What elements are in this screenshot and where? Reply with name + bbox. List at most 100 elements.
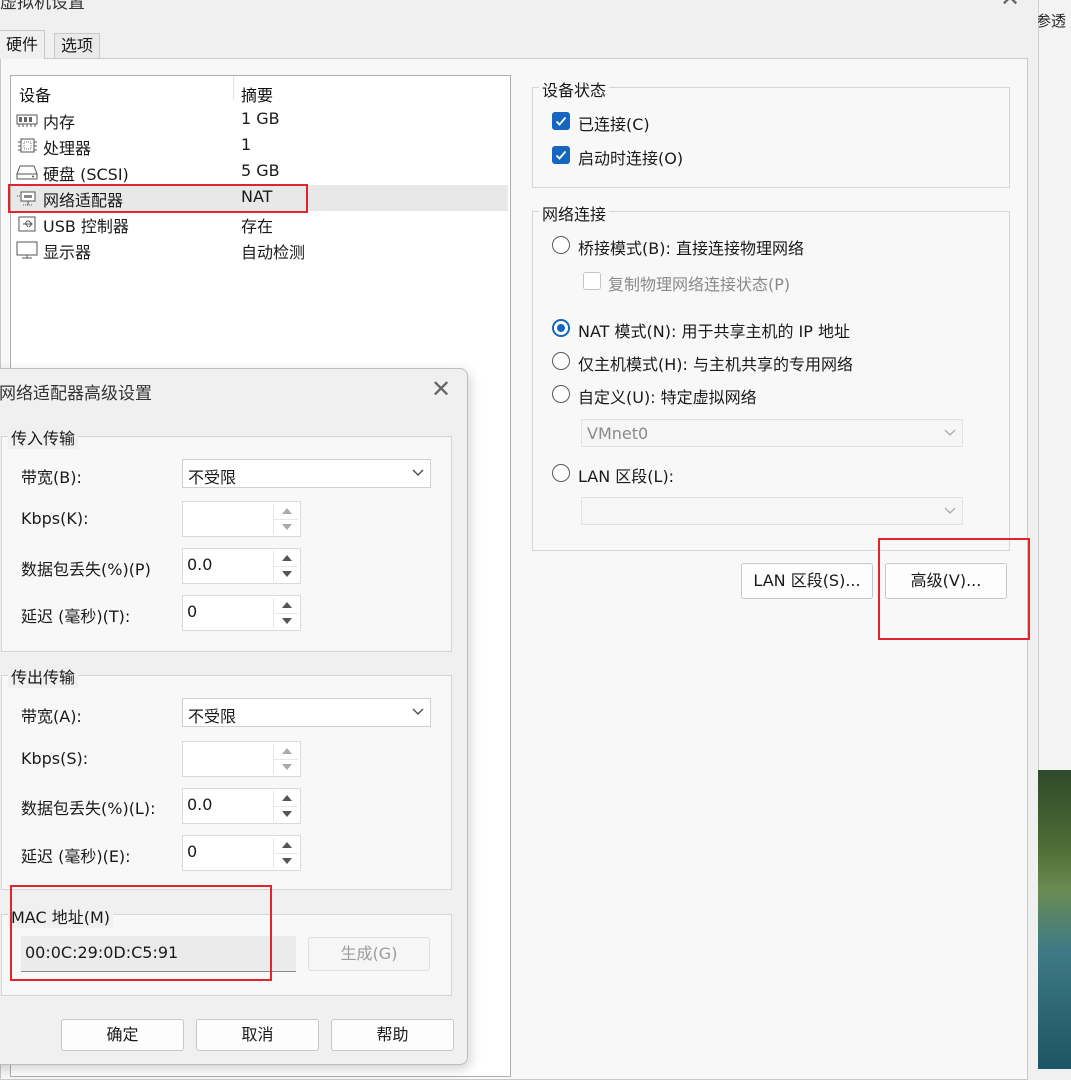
replicate-state-label[interactable]: 复制物理网络连接状态(P)	[608, 271, 790, 295]
background-window-text: 参透	[1036, 12, 1067, 30]
advanced-settings-dialog: 网络适配器高级设置 ✕ 传入传输 带宽(B): 不受限 Kbps(K): 数据包…	[0, 368, 468, 1065]
outgoing-kbps-spinner[interactable]	[182, 741, 301, 777]
lan-segments-button[interactable]: LAN 区段(S)...	[741, 563, 873, 599]
incoming-latency-spinner[interactable]: 0	[182, 595, 301, 631]
connected-label[interactable]: 已连接(C)	[578, 111, 650, 135]
device-column-header[interactable]: 设备	[19, 82, 51, 106]
column-separator	[233, 76, 234, 100]
outgoing-loss-label: 数据包丢失(%)(L):	[21, 799, 156, 818]
advanced-button[interactable]: 高级(V)...	[885, 563, 1007, 599]
device-summary: 自动检测	[241, 243, 306, 262]
spin-up-icon[interactable]	[274, 504, 298, 519]
device-row-usb[interactable]: USB 控制器 存在	[11, 211, 508, 237]
host-only-label[interactable]: 仅主机模式(H): 与主机共享的专用网络	[578, 351, 853, 375]
incoming-bandwidth-select[interactable]: 不受限	[182, 459, 431, 488]
outgoing-bandwidth-value: 不受限	[188, 707, 237, 726]
chevron-down-icon	[944, 507, 956, 514]
host-only-radio[interactable]	[552, 352, 570, 370]
generate-mac-button[interactable]: 生成(G)	[308, 937, 430, 971]
device-name: 网络适配器	[43, 191, 124, 210]
tab-options[interactable]: 选项	[54, 33, 101, 58]
nat-radio[interactable]	[552, 319, 570, 337]
incoming-bandwidth-value: 不受限	[188, 468, 237, 487]
incoming-kbps-label: Kbps(K):	[21, 509, 89, 528]
chevron-down-icon	[412, 469, 424, 476]
close-icon[interactable]: ✕	[1000, 0, 1020, 12]
incoming-loss-value: 0.0	[187, 555, 213, 574]
bridged-radio[interactable]	[552, 236, 570, 254]
chevron-down-icon	[412, 708, 424, 715]
device-summary: 1	[241, 135, 252, 154]
help-button[interactable]: 帮助	[331, 1019, 454, 1051]
device-summary: 5 GB	[241, 161, 280, 180]
device-name: 内存	[43, 113, 76, 132]
device-row-display[interactable]: 显示器 自动检测	[11, 237, 508, 263]
spin-up-icon[interactable]	[274, 551, 298, 566]
incoming-kbps-spinner[interactable]	[182, 501, 301, 537]
vmnet-select[interactable]: VMnet0	[581, 419, 963, 447]
spinner-buttons	[273, 551, 298, 581]
spin-down-icon[interactable]	[274, 519, 298, 535]
device-status-group	[532, 87, 1010, 188]
spin-down-icon[interactable]	[274, 806, 298, 822]
lan-segment-label[interactable]: LAN 区段(L):	[578, 463, 674, 487]
mac-address-field[interactable]: 00:0C:29:0D:C5:91	[21, 936, 296, 972]
outgoing-loss-spinner[interactable]: 0.0	[182, 788, 301, 824]
lan-segment-radio[interactable]	[552, 464, 570, 482]
outgoing-bandwidth-label: 带宽(A):	[21, 707, 82, 726]
dialog-title: 虚拟机设置	[0, 0, 85, 13]
ok-button[interactable]: 确定	[61, 1019, 184, 1051]
device-name: USB 控制器	[43, 217, 129, 236]
outgoing-bandwidth-select[interactable]: 不受限	[182, 698, 431, 727]
outgoing-latency-spinner[interactable]: 0	[182, 835, 301, 871]
spin-down-icon[interactable]	[274, 566, 298, 582]
outgoing-kbps-label: Kbps(S):	[21, 749, 89, 768]
spin-down-icon[interactable]	[274, 853, 298, 869]
incoming-latency-label: 延迟 (毫秒)(T):	[21, 607, 131, 626]
spinner-buttons	[273, 838, 298, 868]
outgoing-transfer-title: 传出传输	[8, 664, 79, 688]
device-row-network-adapter[interactable]: 网络适配器 NAT	[11, 185, 508, 211]
tab-hardware[interactable]: 硬件	[0, 30, 46, 59]
checkmark-icon	[555, 150, 567, 160]
device-summary: 存在	[241, 217, 274, 236]
spin-up-icon[interactable]	[274, 744, 298, 759]
network-connection-title: 网络连接	[539, 201, 610, 225]
device-row-memory[interactable]: 内存 1 GB	[11, 107, 508, 133]
incoming-transfer-title: 传入传输	[8, 425, 79, 449]
spinner-buttons	[273, 504, 298, 534]
incoming-loss-spinner[interactable]: 0.0	[182, 548, 301, 584]
spin-down-icon[interactable]	[274, 613, 298, 629]
nat-label[interactable]: NAT 模式(N): 用于共享主机的 IP 地址	[578, 318, 850, 342]
spinner-buttons	[273, 791, 298, 821]
incoming-latency-value: 0	[187, 602, 198, 621]
device-summary: NAT	[241, 187, 273, 206]
device-name: 显示器	[43, 243, 92, 262]
spin-up-icon[interactable]	[274, 838, 298, 853]
connect-on-start-label[interactable]: 启动时连接(O)	[578, 145, 683, 169]
mac-address-value: 00:0C:29:0D:C5:91	[25, 943, 179, 962]
desktop-wallpaper	[1038, 770, 1071, 1069]
harddisk-icon	[16, 165, 38, 180]
device-name: 处理器	[43, 139, 92, 158]
device-summary: 1 GB	[241, 109, 280, 128]
vmnet-select-value: VMnet0	[587, 424, 649, 443]
checkmark-icon	[555, 116, 567, 126]
spin-down-icon[interactable]	[274, 759, 298, 775]
spin-up-icon[interactable]	[274, 598, 298, 613]
connect-on-start-checkbox[interactable]	[552, 146, 570, 164]
device-row-harddisk[interactable]: 硬盘 (SCSI) 5 GB	[11, 159, 508, 185]
custom-radio[interactable]	[552, 385, 570, 403]
device-name: 硬盘 (SCSI)	[43, 165, 129, 184]
device-row-processor[interactable]: 处理器 1	[11, 133, 508, 159]
connected-checkbox[interactable]	[552, 112, 570, 130]
bridged-label[interactable]: 桥接模式(B): 直接连接物理网络	[578, 235, 804, 259]
custom-label[interactable]: 自定义(U): 特定虚拟网络	[578, 384, 757, 408]
summary-column-header[interactable]: 摘要	[241, 82, 273, 106]
close-icon[interactable]: ✕	[431, 375, 451, 403]
spin-up-icon[interactable]	[274, 791, 298, 806]
cancel-button[interactable]: 取消	[196, 1019, 319, 1051]
replicate-state-checkbox[interactable]	[583, 272, 601, 290]
outgoing-latency-value: 0	[187, 842, 198, 861]
lan-segment-select[interactable]	[581, 497, 963, 525]
